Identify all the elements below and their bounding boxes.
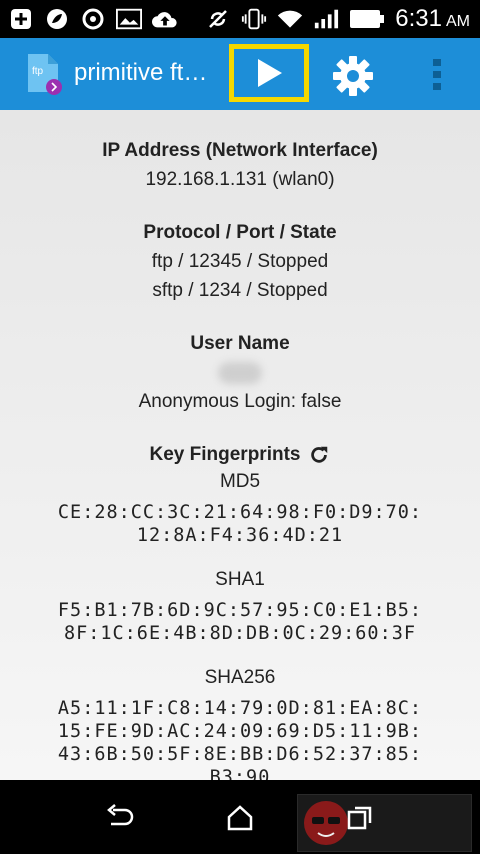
- start-server-button[interactable]: [229, 44, 309, 102]
- sha256-line-1: A5:11:1F:C8:14:79:0D:81:EA:8C:: [57, 698, 423, 719]
- clock: 6:31 AM: [395, 5, 470, 32]
- md5-line-2: 12:8A:F4:36:4D:21: [136, 525, 344, 546]
- play-icon: [258, 59, 282, 87]
- key-fingerprints-heading: Key Fingerprints: [0, 440, 480, 469]
- md5-line-1: CE:28:CC:3C:21:64:98:F0:D9:70:: [57, 502, 423, 523]
- no-sync-icon: [205, 6, 231, 32]
- recents-button[interactable]: [340, 798, 380, 838]
- md5-label: MD5: [219, 471, 261, 492]
- refresh-icon: [311, 446, 328, 463]
- image-icon: [116, 6, 142, 32]
- more-vert-icon: [433, 59, 441, 90]
- sync-icon: [80, 6, 106, 32]
- overflow-menu-button[interactable]: [425, 55, 449, 95]
- vibrate-icon: [241, 6, 267, 32]
- blurred-username: [218, 361, 262, 384]
- app-logo-text: ftp: [32, 66, 44, 77]
- protocol-label: Protocol / Port / State: [143, 222, 337, 243]
- user-name-value: [0, 358, 480, 387]
- leaf-icon: [44, 6, 70, 32]
- anonymous-login-line: Anonymous Login: false: [138, 391, 342, 412]
- app-title: primitive ft…: [74, 59, 208, 86]
- ip-address-value: 192.168.1.131 (wlan0): [145, 169, 335, 190]
- sha1-line-2: 8F:1C:6E:4B:8D:DB:0C:29:60:3F: [63, 623, 416, 644]
- cloud-upload-icon: [152, 6, 178, 32]
- add-icon: [8, 6, 34, 32]
- gear-icon: [333, 56, 373, 96]
- key-fingerprints-label: Key Fingerprints: [149, 444, 301, 465]
- sha256-label: SHA256: [204, 667, 276, 688]
- wifi-icon: [277, 6, 303, 32]
- settings-button[interactable]: [330, 55, 376, 97]
- sha1-label: SHA1: [215, 569, 265, 590]
- user-name-label: User Name: [190, 333, 290, 354]
- home-button[interactable]: [220, 798, 260, 838]
- back-button[interactable]: [100, 798, 140, 838]
- sftp-protocol-line: sftp / 1234 / Stopped: [152, 280, 328, 301]
- sha1-line-1: F5:B1:7B:6D:9C:57:95:C0:E1:B5:: [57, 600, 423, 621]
- ip-address-label: IP Address (Network Interface): [102, 140, 378, 161]
- recents-icon: [347, 806, 372, 830]
- server-info-panel: IP Address (Network Interface) 192.168.1…: [0, 110, 480, 780]
- sha256-line-3: 43:6B:50:5F:8E:BB:D6:52:37:85:: [57, 744, 423, 765]
- refresh-fingerprints-button[interactable]: [308, 444, 330, 466]
- app-logo-icon: ftp: [24, 52, 64, 96]
- ftp-protocol-line: ftp / 12345 / Stopped: [151, 251, 329, 272]
- recent-app-thumbnail: [297, 794, 472, 852]
- battery-icon: [349, 6, 385, 32]
- sha256-line-2: 15:FE:9D:AC:24:09:69:D5:11:9B:: [57, 721, 423, 742]
- back-icon: [107, 804, 134, 826]
- signal-icon: [313, 6, 339, 32]
- status-bar: 6:31 AM: [0, 0, 480, 38]
- sha256-line-4: B3:90: [209, 767, 271, 780]
- home-icon: [227, 805, 253, 831]
